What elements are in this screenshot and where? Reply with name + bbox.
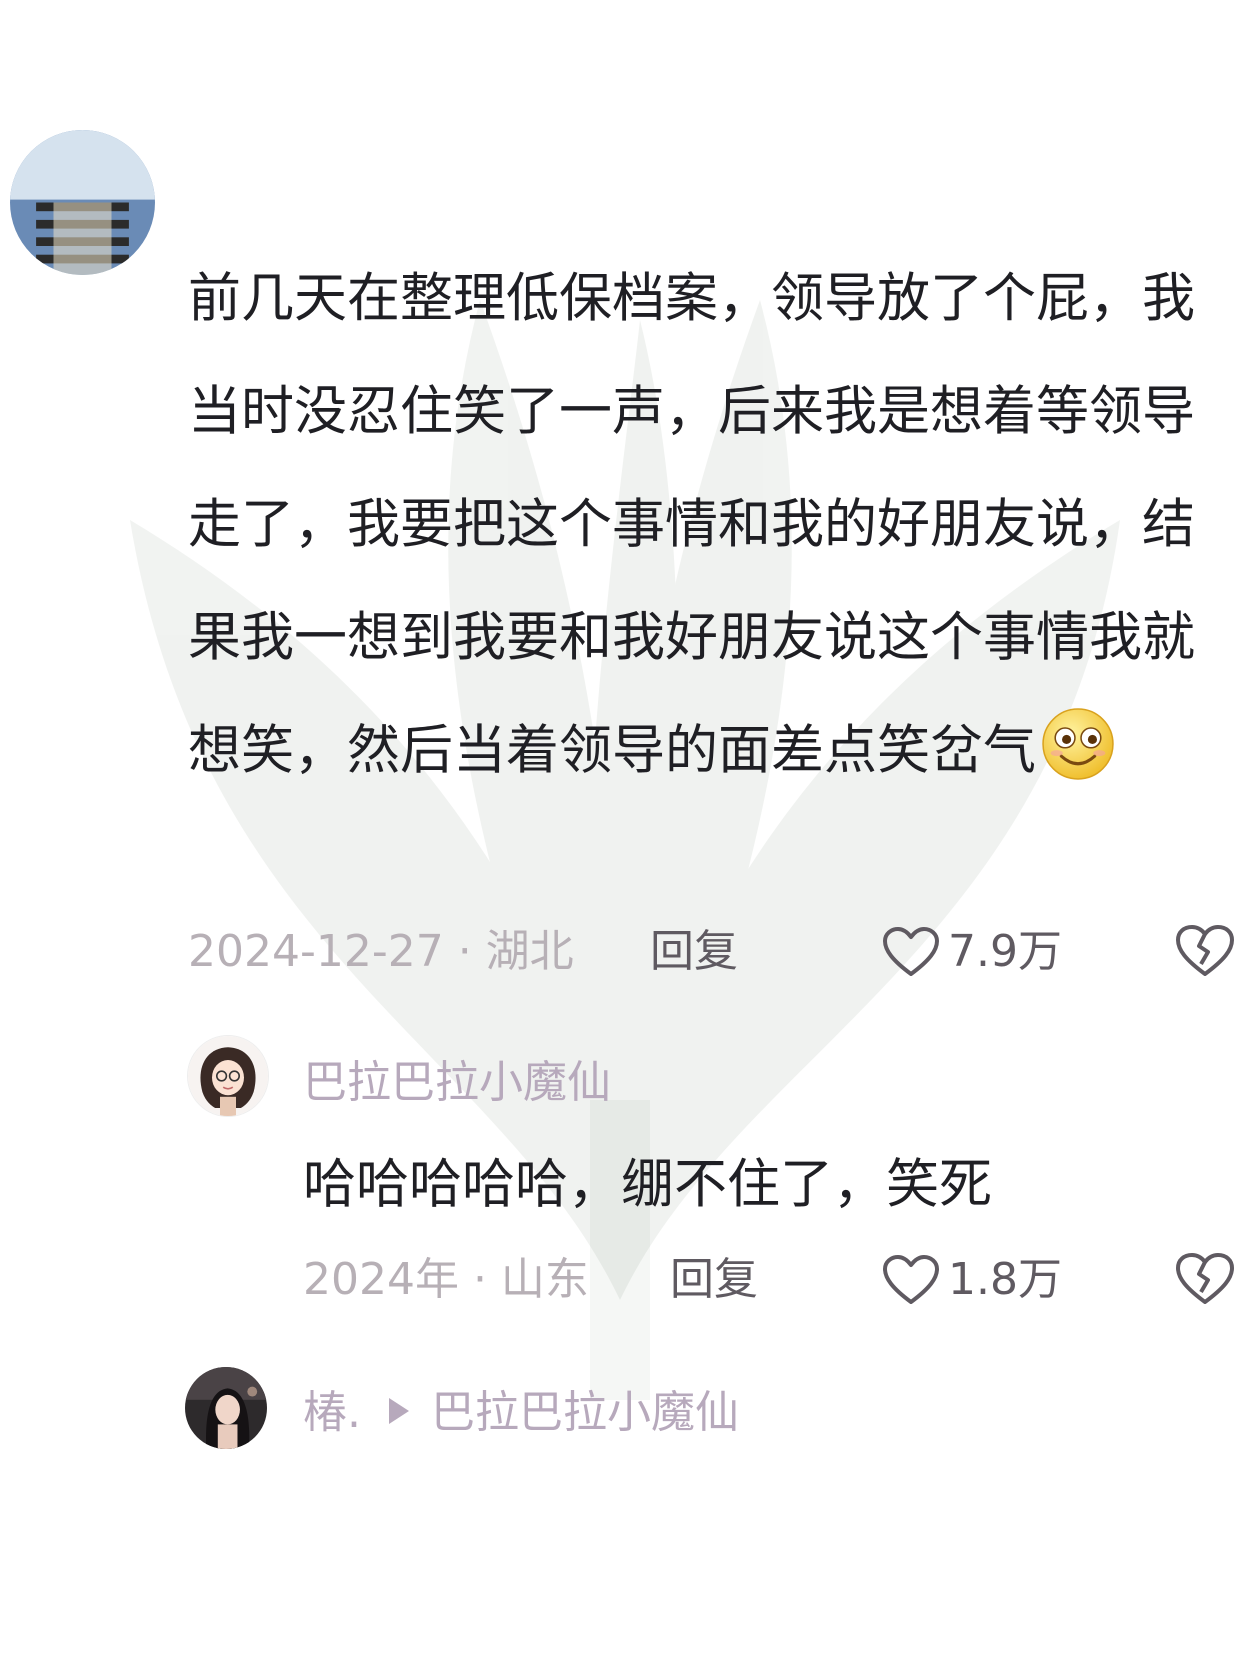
like-count: 7.9万 (948, 926, 1062, 977)
smiling-face-emoji-icon (1040, 706, 1116, 782)
nested-reply-avatar[interactable] (185, 1367, 267, 1449)
reply-reply-button[interactable]: 回复 (670, 1250, 758, 1310)
heart-icon (883, 1255, 939, 1304)
reply-comment-text: 哈哈哈哈哈，绷不住了，笑死 (303, 1154, 992, 1215)
comment-body: 前几天在整理低保档案，领导放了个屁，我当时没忍住笑了一声，后来我是想着等领导走了… (188, 268, 1195, 781)
comment-date-location: 2024-12-27 · 湖北 (188, 926, 574, 977)
reply-like-count: 1.8万 (948, 1254, 1062, 1305)
nested-reply-to-username[interactable]: 巴拉巴拉小魔仙 (431, 1387, 739, 1438)
reply-arrow-icon (389, 1398, 409, 1424)
reply-user-avatar[interactable] (187, 1035, 269, 1117)
nested-reply-header: 椿. 巴拉巴拉小魔仙 (303, 1383, 739, 1443)
reply-date-location: 2024年 · 山东 (303, 1254, 589, 1305)
user-avatar[interactable] (10, 130, 155, 275)
broken-heart-icon[interactable] (1175, 1252, 1235, 1306)
reply-button[interactable]: 回复 (650, 922, 738, 982)
reply-username[interactable]: 巴拉巴拉小魔仙 (303, 1053, 611, 1113)
like-button[interactable]: 7.9万 (882, 922, 1062, 982)
broken-heart-icon[interactable] (1175, 924, 1235, 978)
nested-reply-username[interactable]: 椿. (303, 1387, 361, 1438)
comment-text: 前几天在整理低保档案，领导放了个屁，我当时没忍住笑了一声，后来我是想着等领导走了… (188, 242, 1218, 807)
reply-like-button[interactable]: 1.8万 (882, 1250, 1062, 1310)
heart-icon (883, 927, 939, 976)
